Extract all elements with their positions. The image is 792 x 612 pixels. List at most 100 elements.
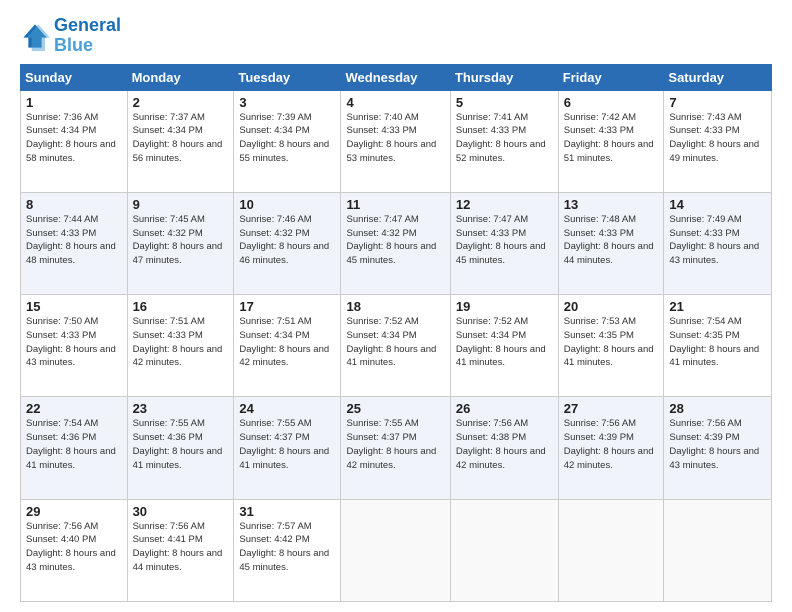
day-number: 25 xyxy=(346,401,444,416)
day-info: Sunrise: 7:57 AM Sunset: 4:42 PM Dayligh… xyxy=(239,520,335,575)
day-info: Sunrise: 7:56 AM Sunset: 4:39 PM Dayligh… xyxy=(564,417,659,472)
day-number: 19 xyxy=(456,299,553,314)
day-cell: 11 Sunrise: 7:47 AM Sunset: 4:32 PM Dayl… xyxy=(341,192,450,294)
day-info: Sunrise: 7:53 AM Sunset: 4:35 PM Dayligh… xyxy=(564,315,659,370)
logo-icon xyxy=(20,21,50,51)
day-info: Sunrise: 7:54 AM Sunset: 4:36 PM Dayligh… xyxy=(26,417,122,472)
day-info: Sunrise: 7:41 AM Sunset: 4:33 PM Dayligh… xyxy=(456,111,553,166)
calendar-header-row: SundayMondayTuesdayWednesdayThursdayFrid… xyxy=(21,64,772,90)
day-number: 23 xyxy=(133,401,229,416)
calendar-table: SundayMondayTuesdayWednesdayThursdayFrid… xyxy=(20,64,772,602)
day-number: 3 xyxy=(239,95,335,110)
day-number: 10 xyxy=(239,197,335,212)
day-cell: 23 Sunrise: 7:55 AM Sunset: 4:36 PM Dayl… xyxy=(127,397,234,499)
day-info: Sunrise: 7:55 AM Sunset: 4:37 PM Dayligh… xyxy=(239,417,335,472)
day-cell: 29 Sunrise: 7:56 AM Sunset: 4:40 PM Dayl… xyxy=(21,499,128,601)
day-info: Sunrise: 7:40 AM Sunset: 4:33 PM Dayligh… xyxy=(346,111,444,166)
day-cell: 6 Sunrise: 7:42 AM Sunset: 4:33 PM Dayli… xyxy=(558,90,664,192)
day-cell: 24 Sunrise: 7:55 AM Sunset: 4:37 PM Dayl… xyxy=(234,397,341,499)
day-number: 26 xyxy=(456,401,553,416)
col-header-thursday: Thursday xyxy=(450,64,558,90)
day-info: Sunrise: 7:56 AM Sunset: 4:41 PM Dayligh… xyxy=(133,520,229,575)
header: GeneralBlue xyxy=(20,16,772,56)
day-cell: 17 Sunrise: 7:51 AM Sunset: 4:34 PM Dayl… xyxy=(234,295,341,397)
day-info: Sunrise: 7:46 AM Sunset: 4:32 PM Dayligh… xyxy=(239,213,335,268)
day-number: 11 xyxy=(346,197,444,212)
day-cell: 3 Sunrise: 7:39 AM Sunset: 4:34 PM Dayli… xyxy=(234,90,341,192)
day-cell: 4 Sunrise: 7:40 AM Sunset: 4:33 PM Dayli… xyxy=(341,90,450,192)
col-header-wednesday: Wednesday xyxy=(341,64,450,90)
day-number: 27 xyxy=(564,401,659,416)
day-number: 9 xyxy=(133,197,229,212)
day-info: Sunrise: 7:47 AM Sunset: 4:32 PM Dayligh… xyxy=(346,213,444,268)
col-header-tuesday: Tuesday xyxy=(234,64,341,90)
day-number: 17 xyxy=(239,299,335,314)
day-number: 7 xyxy=(669,95,766,110)
day-cell: 22 Sunrise: 7:54 AM Sunset: 4:36 PM Dayl… xyxy=(21,397,128,499)
day-info: Sunrise: 7:51 AM Sunset: 4:33 PM Dayligh… xyxy=(133,315,229,370)
week-row-5: 29 Sunrise: 7:56 AM Sunset: 4:40 PM Dayl… xyxy=(21,499,772,601)
day-info: Sunrise: 7:45 AM Sunset: 4:32 PM Dayligh… xyxy=(133,213,229,268)
day-number: 18 xyxy=(346,299,444,314)
day-number: 21 xyxy=(669,299,766,314)
day-number: 1 xyxy=(26,95,122,110)
day-info: Sunrise: 7:44 AM Sunset: 4:33 PM Dayligh… xyxy=(26,213,122,268)
day-number: 12 xyxy=(456,197,553,212)
day-number: 22 xyxy=(26,401,122,416)
day-cell: 14 Sunrise: 7:49 AM Sunset: 4:33 PM Dayl… xyxy=(664,192,772,294)
day-info: Sunrise: 7:48 AM Sunset: 4:33 PM Dayligh… xyxy=(564,213,659,268)
day-cell: 2 Sunrise: 7:37 AM Sunset: 4:34 PM Dayli… xyxy=(127,90,234,192)
day-cell: 28 Sunrise: 7:56 AM Sunset: 4:39 PM Dayl… xyxy=(664,397,772,499)
logo: GeneralBlue xyxy=(20,16,121,56)
day-number: 24 xyxy=(239,401,335,416)
day-number: 20 xyxy=(564,299,659,314)
week-row-3: 15 Sunrise: 7:50 AM Sunset: 4:33 PM Dayl… xyxy=(21,295,772,397)
day-cell: 10 Sunrise: 7:46 AM Sunset: 4:32 PM Dayl… xyxy=(234,192,341,294)
day-cell: 8 Sunrise: 7:44 AM Sunset: 4:33 PM Dayli… xyxy=(21,192,128,294)
day-cell: 25 Sunrise: 7:55 AM Sunset: 4:37 PM Dayl… xyxy=(341,397,450,499)
week-row-1: 1 Sunrise: 7:36 AM Sunset: 4:34 PM Dayli… xyxy=(21,90,772,192)
col-header-friday: Friday xyxy=(558,64,664,90)
day-number: 6 xyxy=(564,95,659,110)
day-cell: 18 Sunrise: 7:52 AM Sunset: 4:34 PM Dayl… xyxy=(341,295,450,397)
day-cell: 9 Sunrise: 7:45 AM Sunset: 4:32 PM Dayli… xyxy=(127,192,234,294)
day-cell: 26 Sunrise: 7:56 AM Sunset: 4:38 PM Dayl… xyxy=(450,397,558,499)
week-row-4: 22 Sunrise: 7:54 AM Sunset: 4:36 PM Dayl… xyxy=(21,397,772,499)
day-info: Sunrise: 7:50 AM Sunset: 4:33 PM Dayligh… xyxy=(26,315,122,370)
day-number: 15 xyxy=(26,299,122,314)
week-row-2: 8 Sunrise: 7:44 AM Sunset: 4:33 PM Dayli… xyxy=(21,192,772,294)
col-header-monday: Monday xyxy=(127,64,234,90)
day-info: Sunrise: 7:52 AM Sunset: 4:34 PM Dayligh… xyxy=(456,315,553,370)
day-cell xyxy=(450,499,558,601)
day-number: 13 xyxy=(564,197,659,212)
day-number: 4 xyxy=(346,95,444,110)
day-cell xyxy=(664,499,772,601)
day-number: 28 xyxy=(669,401,766,416)
day-cell: 7 Sunrise: 7:43 AM Sunset: 4:33 PM Dayli… xyxy=(664,90,772,192)
day-info: Sunrise: 7:42 AM Sunset: 4:33 PM Dayligh… xyxy=(564,111,659,166)
page: GeneralBlue SundayMondayTuesdayWednesday… xyxy=(0,0,792,612)
day-info: Sunrise: 7:37 AM Sunset: 4:34 PM Dayligh… xyxy=(133,111,229,166)
day-number: 31 xyxy=(239,504,335,519)
day-cell: 30 Sunrise: 7:56 AM Sunset: 4:41 PM Dayl… xyxy=(127,499,234,601)
day-info: Sunrise: 7:55 AM Sunset: 4:36 PM Dayligh… xyxy=(133,417,229,472)
day-info: Sunrise: 7:49 AM Sunset: 4:33 PM Dayligh… xyxy=(669,213,766,268)
day-info: Sunrise: 7:51 AM Sunset: 4:34 PM Dayligh… xyxy=(239,315,335,370)
day-number: 14 xyxy=(669,197,766,212)
day-cell: 15 Sunrise: 7:50 AM Sunset: 4:33 PM Dayl… xyxy=(21,295,128,397)
day-number: 29 xyxy=(26,504,122,519)
day-info: Sunrise: 7:36 AM Sunset: 4:34 PM Dayligh… xyxy=(26,111,122,166)
day-info: Sunrise: 7:56 AM Sunset: 4:38 PM Dayligh… xyxy=(456,417,553,472)
day-cell: 20 Sunrise: 7:53 AM Sunset: 4:35 PM Dayl… xyxy=(558,295,664,397)
day-cell: 27 Sunrise: 7:56 AM Sunset: 4:39 PM Dayl… xyxy=(558,397,664,499)
day-number: 30 xyxy=(133,504,229,519)
day-info: Sunrise: 7:56 AM Sunset: 4:39 PM Dayligh… xyxy=(669,417,766,472)
day-cell: 19 Sunrise: 7:52 AM Sunset: 4:34 PM Dayl… xyxy=(450,295,558,397)
day-number: 8 xyxy=(26,197,122,212)
day-number: 5 xyxy=(456,95,553,110)
day-cell: 21 Sunrise: 7:54 AM Sunset: 4:35 PM Dayl… xyxy=(664,295,772,397)
day-cell xyxy=(558,499,664,601)
day-info: Sunrise: 7:39 AM Sunset: 4:34 PM Dayligh… xyxy=(239,111,335,166)
col-header-saturday: Saturday xyxy=(664,64,772,90)
day-cell: 5 Sunrise: 7:41 AM Sunset: 4:33 PM Dayli… xyxy=(450,90,558,192)
